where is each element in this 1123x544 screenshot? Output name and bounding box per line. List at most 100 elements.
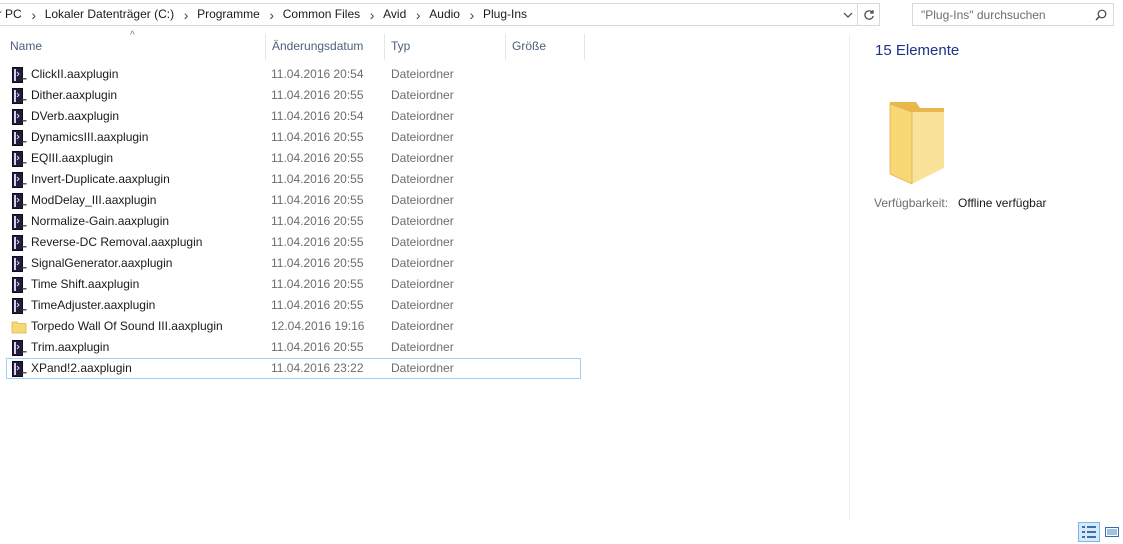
file-type: Dateiordner xyxy=(391,151,454,165)
breadcrumb-separator-icon[interactable]: › xyxy=(465,7,479,23)
file-date: 11.04.2016 20:55 xyxy=(271,130,364,144)
file-name: Normalize-Gain.aaxplugin xyxy=(31,214,170,228)
file-name: DVerb.aaxplugin xyxy=(31,109,120,123)
file-name: DynamicsIII.aaxplugin xyxy=(31,130,149,144)
file-type: Dateiordner xyxy=(391,340,454,354)
breadcrumb-item[interactable]: Avid xyxy=(379,4,411,25)
breadcrumb-item[interactable]: er PC xyxy=(0,4,27,25)
file-date: 11.04.2016 20:55 xyxy=(271,193,364,207)
breadcrumb-item[interactable]: Plug-Ins xyxy=(479,4,532,25)
file-name: TimeAdjuster.aaxplugin xyxy=(31,298,156,312)
plugin-folder-icon xyxy=(11,298,27,314)
large-icons-view-button[interactable] xyxy=(1101,522,1123,542)
breadcrumb-separator-icon[interactable]: › xyxy=(411,7,425,23)
file-name: Time Shift.aaxplugin xyxy=(31,277,140,291)
column-size[interactable]: Größe xyxy=(506,34,584,60)
breadcrumb-separator-icon[interactable]: › xyxy=(365,7,379,23)
breadcrumb: er PC›Lokaler Datenträger (C:)›Programme… xyxy=(0,4,839,25)
file-row[interactable]: Reverse-DC Removal.aaxplugin 11.04.2016 2… xyxy=(6,232,581,253)
column-divider[interactable] xyxy=(584,34,585,60)
breadcrumb-item[interactable]: Lokaler Datenträger (C:) xyxy=(41,4,179,25)
file-name: Invert-Duplicate.aaxplugin xyxy=(31,172,170,186)
file-name: ClickII.aaxplugin xyxy=(31,67,119,81)
file-date: 11.04.2016 20:55 xyxy=(271,172,364,186)
file-name: Torpedo Wall Of Sound III.aaxplugin xyxy=(31,319,223,333)
breadcrumb-item[interactable]: Programme xyxy=(193,4,265,25)
plugin-folder-icon xyxy=(11,361,27,377)
plugin-folder-icon xyxy=(11,193,27,209)
file-row[interactable]: ModDelay_III.aaxplugin 11.04.2016 20:55 Da… xyxy=(6,190,581,211)
file-date: 11.04.2016 20:55 xyxy=(271,277,364,291)
file-type: Dateiordner xyxy=(391,172,454,186)
file-date: 11.04.2016 20:55 xyxy=(271,214,364,228)
file-date: 11.04.2016 20:55 xyxy=(271,235,364,249)
column-name[interactable]: Name xyxy=(4,34,264,60)
file-type: Dateiordner xyxy=(391,88,454,102)
file-row[interactable]: XPand!2.aaxplugin 11.04.2016 23:22 Dateior… xyxy=(6,358,581,379)
file-type: Dateiordner xyxy=(391,361,454,375)
column-date[interactable]: Änderungsdatum xyxy=(266,34,384,60)
file-name: Trim.aaxplugin xyxy=(31,340,110,354)
address-history-dropdown[interactable] xyxy=(839,4,857,25)
file-row[interactable]: Invert-Duplicate.aaxplugin 11.04.2016 20:… xyxy=(6,169,581,190)
column-header: ^ Name Änderungsdatum Typ Größe xyxy=(0,30,585,60)
breadcrumb-separator-icon[interactable]: › xyxy=(27,7,41,23)
file-type: Dateiordner xyxy=(391,214,454,228)
file-date: 11.04.2016 20:54 xyxy=(271,109,364,123)
search-input[interactable] xyxy=(913,4,1089,25)
plugin-folder-icon xyxy=(11,214,27,230)
file-date: 11.04.2016 20:54 xyxy=(271,67,364,81)
file-date: 12.04.2016 19:16 xyxy=(271,319,365,333)
breadcrumb-item[interactable]: Audio xyxy=(425,4,465,25)
file-name: EQIII.aaxplugin xyxy=(31,151,114,165)
chevron-down-icon xyxy=(843,12,853,18)
plugin-folder-icon xyxy=(11,151,27,167)
file-row[interactable]: Time Shift.aaxplugin 11.04.2016 20:55 Date… xyxy=(6,274,581,295)
file-name: Dither.aaxplugin xyxy=(31,88,118,102)
plugin-folder-icon xyxy=(11,235,27,251)
file-row[interactable]: DynamicsIII.aaxplugin 11.04.2016 20:55 Dat… xyxy=(6,127,581,148)
file-name: Reverse-DC Removal.aaxplugin xyxy=(31,235,203,249)
file-type: Dateiordner xyxy=(391,298,454,312)
search-button[interactable] xyxy=(1089,4,1113,25)
address-bar[interactable]: er PC›Lokaler Datenträger (C:)›Programme… xyxy=(0,3,880,26)
availability-value: Offline verfügbar xyxy=(958,196,1047,210)
breadcrumb-separator-icon[interactable]: › xyxy=(265,7,279,23)
file-row[interactable]: Normalize-Gain.aaxplugin 11.04.2016 20:55… xyxy=(6,211,581,232)
plugin-folder-icon xyxy=(11,277,27,293)
file-row[interactable]: TimeAdjuster.aaxplugin 11.04.2016 20:55 Da… xyxy=(6,295,581,316)
plugin-folder-icon xyxy=(11,88,27,104)
plugin-folder-icon xyxy=(11,130,27,146)
refresh-button[interactable] xyxy=(857,4,879,25)
file-type: Dateiordner xyxy=(391,193,454,207)
plugin-folder-icon xyxy=(11,172,27,188)
file-date: 11.04.2016 20:55 xyxy=(271,151,364,165)
file-date: 11.04.2016 20:55 xyxy=(271,88,364,102)
search-icon xyxy=(1095,9,1107,20)
file-row[interactable]: ClickII.aaxplugin 11.04.2016 20:54 Dateior… xyxy=(6,64,581,85)
breadcrumb-separator-icon[interactable]: › xyxy=(179,7,193,23)
plugin-folder-icon xyxy=(11,256,27,272)
file-type: Dateiordner xyxy=(391,130,454,144)
search-box[interactable] xyxy=(912,3,1114,26)
column-type[interactable]: Typ xyxy=(385,34,505,60)
file-row[interactable]: DVerb.aaxplugin 11.04.2016 20:54 Dateiordn… xyxy=(6,106,581,127)
file-date: 11.04.2016 20:55 xyxy=(271,340,364,354)
file-row[interactable]: EQIII.aaxplugin 11.04.2016 20:55 Dateiordn… xyxy=(6,148,581,169)
file-row[interactable]: SignalGenerator.aaxplugin 11.04.2016 20:5… xyxy=(6,253,581,274)
breadcrumb-item[interactable]: Common Files xyxy=(279,4,365,25)
details-view-icon xyxy=(1082,526,1096,538)
file-row[interactable]: Dither.aaxplugin 11.04.2016 20:55 Dateiord… xyxy=(6,85,581,106)
availability-label: Verfügbarkeit: xyxy=(874,196,949,210)
file-list: ClickII.aaxplugin 11.04.2016 20:54 Dateior… xyxy=(6,64,581,379)
file-type: Dateiordner xyxy=(391,67,454,81)
plugin-folder-icon xyxy=(11,340,27,356)
file-name: SignalGenerator.aaxplugin xyxy=(31,256,173,270)
file-type: Dateiordner xyxy=(391,256,454,270)
details-view-button[interactable] xyxy=(1078,522,1100,542)
file-row[interactable]: Torpedo Wall Of Sound III.aaxplugin 12.04… xyxy=(6,316,581,337)
file-row[interactable]: Trim.aaxplugin 11.04.2016 20:55 Dateiordne… xyxy=(6,337,581,358)
refresh-icon xyxy=(863,9,874,20)
large-icons-view-icon xyxy=(1105,527,1119,537)
details-pane-divider[interactable] xyxy=(849,34,850,520)
